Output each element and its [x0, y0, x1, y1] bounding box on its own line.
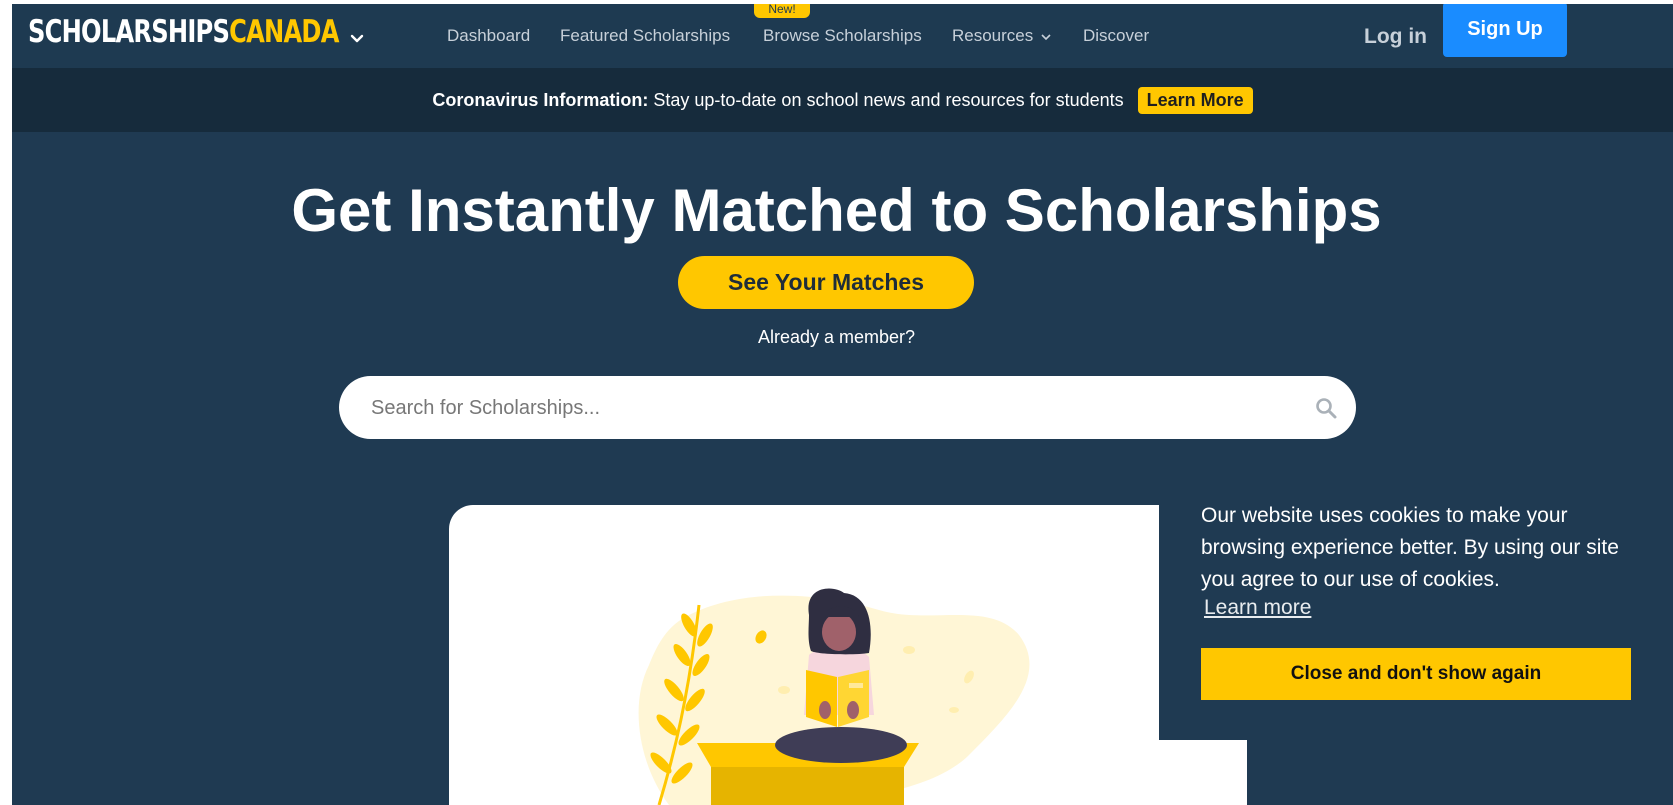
chevron-down-icon — [1041, 33, 1051, 40]
login-link[interactable]: Log in — [1364, 25, 1427, 49]
see-matches-button[interactable]: See Your Matches — [678, 256, 974, 309]
reading-girl-illustration — [638, 588, 1030, 805]
chevron-down-icon[interactable] — [350, 34, 364, 44]
announcement-bar: Coronavirus Information: Stay up-to-date… — [12, 68, 1673, 132]
already-member-link[interactable]: Already a member? — [0, 327, 1673, 348]
signup-button[interactable]: Sign Up — [1443, 4, 1567, 57]
learn-more-button[interactable]: Learn More — [1137, 86, 1253, 114]
new-badge: New! — [754, 4, 810, 18]
nav-resources[interactable]: Resources — [952, 26, 1051, 46]
announcement-body: Stay up-to-date on school news and resou… — [653, 89, 1124, 110]
hero-title: Get Instantly Matched to Scholarships — [291, 177, 1382, 244]
search-input[interactable] — [371, 388, 1271, 428]
nav-browse-scholarships[interactable]: Browse Scholarships — [763, 26, 922, 46]
cookie-learn-more-link[interactable]: Learn more — [1204, 596, 1311, 620]
logo-text-scholarships: SCHOLARSHIPS — [28, 14, 230, 50]
cookie-dismiss-button[interactable]: Close and don't show again — [1201, 648, 1631, 700]
illustration-card — [449, 505, 1159, 805]
site-logo[interactable]: SCHOLARSHIPSCANADA — [28, 14, 348, 50]
search-icon[interactable] — [1314, 396, 1338, 420]
nav-featured-scholarships[interactable]: Featured Scholarships — [560, 26, 730, 46]
announcement-text: Coronavirus Information: Stay up-to-date… — [432, 90, 1123, 111]
announcement-heading: Coronavirus Information: — [432, 89, 649, 110]
top-navbar: SCHOLARSHIPSCANADA Dashboard Featured Sc… — [12, 4, 1673, 72]
nav-dashboard[interactable]: Dashboard — [447, 26, 530, 46]
nav-discover[interactable]: Discover — [1083, 26, 1149, 46]
logo-text-canada: CANADA — [229, 14, 339, 50]
card-tail — [1159, 740, 1247, 805]
search-bar — [339, 376, 1356, 439]
nav-resources-label: Resources — [952, 26, 1034, 45]
cookie-message: Our website uses cookies to make your br… — [1201, 504, 1619, 591]
